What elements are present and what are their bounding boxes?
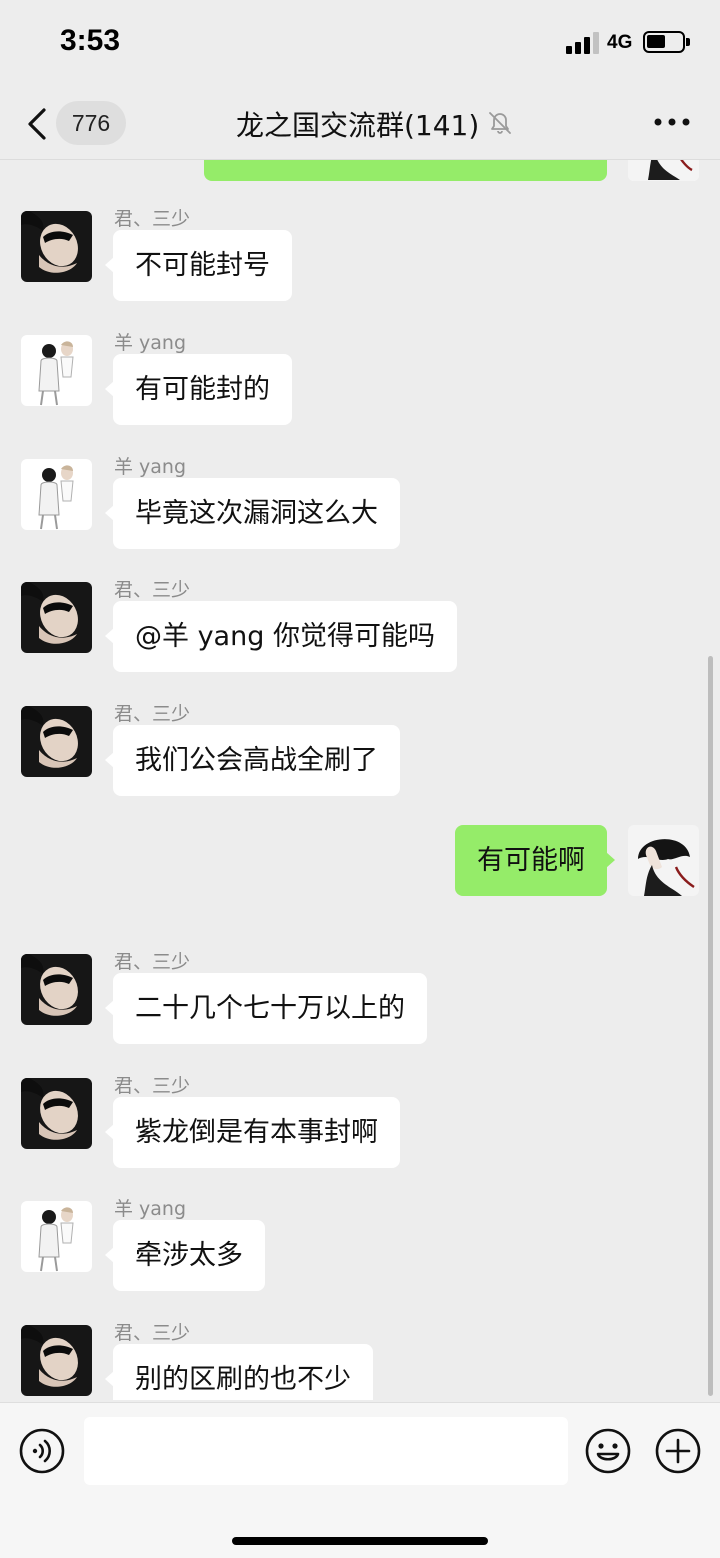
incoming-message-bubble[interactable]: 毕竟这次漏洞这么大	[105, 478, 400, 549]
message-row: 君、三少 别的区刷的也不少	[0, 1318, 720, 1400]
message-row: 君、三少 紫龙倒是有本事封啊	[0, 1071, 720, 1171]
incoming-message-bubble[interactable]: 二十几个七十万以上的	[105, 973, 427, 1044]
incoming-message-bubble[interactable]: 有可能封的	[105, 354, 292, 425]
message-row: 君、三少 @羊 yang 你觉得可能吗	[0, 575, 720, 675]
avatar-junsanshao[interactable]	[21, 1078, 92, 1149]
network-type: 4G	[607, 32, 633, 53]
message-input[interactable]	[84, 1417, 568, 1485]
voice-icon[interactable]	[18, 1427, 66, 1475]
avatar-junsanshao[interactable]	[21, 706, 92, 777]
sender-name: 羊 yang	[114, 332, 187, 354]
avatar-yang[interactable]	[21, 459, 92, 530]
message-row: 有可能啊	[0, 823, 720, 923]
bell-off-icon	[489, 112, 511, 134]
incoming-message-bubble[interactable]: 不可能封号	[105, 230, 292, 301]
input-bar	[0, 1402, 720, 1558]
chat-header: 776 龙之国交流群(141)	[0, 88, 720, 160]
message-row: 君、三少 不可能封号	[0, 204, 720, 304]
avatar-junsanshao[interactable]	[21, 211, 92, 282]
status-bar: 3:53 4G	[0, 0, 720, 88]
avatar-self[interactable]	[628, 160, 699, 181]
scroll-indicator[interactable]	[708, 656, 713, 1396]
signal-icon	[566, 32, 602, 54]
sender-name: 君、三少	[114, 579, 191, 601]
home-indicator[interactable]	[232, 1537, 488, 1545]
incoming-message-bubble[interactable]: 紫龙倒是有本事封啊	[105, 1097, 400, 1168]
avatar-yang[interactable]	[21, 335, 92, 406]
sender-name: 君、三少	[114, 1322, 191, 1344]
sender-name: 君、三少	[114, 703, 191, 725]
message-row: 羊 yang 有可能封的	[0, 328, 720, 428]
battery-icon	[643, 31, 685, 53]
sender-name: 羊 yang	[114, 1198, 187, 1220]
battery-tip	[686, 38, 690, 46]
emoji-icon[interactable]	[584, 1427, 632, 1475]
avatar-junsanshao[interactable]	[21, 1325, 92, 1396]
incoming-message-bubble[interactable]: 我们公会高战全刷了	[105, 725, 400, 796]
incoming-message-bubble[interactable]: @羊 yang 你觉得可能吗	[105, 601, 457, 672]
ellipsis-icon[interactable]	[652, 114, 692, 130]
sender-name: 君、三少	[114, 1075, 191, 1097]
message-row: 君、三少 二十几个七十万以上的	[0, 947, 720, 1047]
avatar-junsanshao[interactable]	[21, 582, 92, 653]
sender-name: 君、三少	[114, 951, 191, 973]
incoming-message-bubble[interactable]: 牵涉太多	[105, 1220, 265, 1291]
chat-title[interactable]: 龙之国交流群(141)	[236, 104, 479, 144]
message-row: 君、三少 我们公会高战全刷了	[0, 699, 720, 799]
outgoing-message-bubble[interactable]: 有可能啊	[455, 825, 615, 896]
unread-count-badge[interactable]: 776	[56, 101, 126, 145]
incoming-message-bubble[interactable]: 别的区刷的也不少	[105, 1344, 373, 1400]
sender-name: 君、三少	[114, 208, 191, 230]
message-row: 羊 yang 牵涉太多	[0, 1194, 720, 1294]
battery-fill	[647, 35, 665, 48]
avatar-junsanshao[interactable]	[21, 954, 92, 1025]
avatar-yang[interactable]	[21, 1201, 92, 1272]
status-time: 3:53	[60, 24, 121, 57]
sender-name: 羊 yang	[114, 456, 187, 478]
chevron-left-icon[interactable]	[22, 104, 54, 144]
avatar-self[interactable]	[628, 825, 699, 896]
message-row: 羊 yang 毕竟这次漏洞这么大	[0, 452, 720, 552]
partial-outgoing-bubble	[204, 160, 607, 181]
plus-circle-icon[interactable]	[654, 1427, 702, 1475]
message-list[interactable]: 君、三少 不可能封号羊 yang 有可能封的羊 yang 毕竟这次漏洞这么大 君、三少 @…	[0, 160, 720, 1400]
